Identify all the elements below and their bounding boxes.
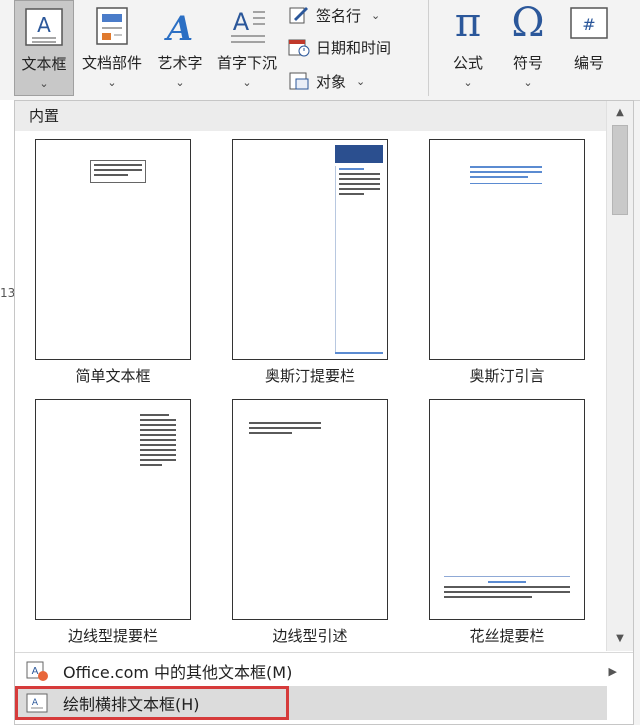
austin-sidebar-thumbnail [232, 139, 388, 360]
signature-line-icon [288, 5, 310, 25]
svg-text:#: # [582, 15, 595, 34]
template-sideline-sidebar[interactable]: 边线型提要栏 [33, 399, 193, 646]
chevron-down-icon: ⌄ [242, 76, 252, 89]
template-filigree-sidebar[interactable]: 花丝提要栏 [427, 399, 587, 646]
quick-parts-label: 文档部件 [81, 54, 142, 72]
svg-text:A: A [32, 698, 39, 708]
chevron-down-icon: ⌄ [175, 76, 185, 89]
menu-item-hover-bg [289, 686, 607, 720]
simple-text-box-thumbnail [35, 139, 191, 360]
sideline-sidebar-thumbnail [35, 399, 191, 620]
tile-label: 花丝提要栏 [469, 627, 545, 645]
number-icon: # [569, 6, 609, 46]
template-austin-sidebar[interactable]: 奥斯汀提要栏 [230, 139, 390, 386]
scroll-down-arrow-icon[interactable]: ▼ [607, 629, 633, 649]
template-austin-quote[interactable]: 奥斯汀引言 [427, 139, 587, 386]
text-box-icon: A [24, 7, 64, 51]
symbol-label: 符号 [512, 54, 543, 72]
chevron-down-icon: ⌄ [107, 76, 117, 89]
wordart-label: 艺术字 [157, 54, 203, 72]
more-text-boxes-menu-item[interactable]: A Office.com 中的其他文本框(M) ▶ [15, 654, 633, 688]
office-com-icon: A [25, 660, 49, 682]
svg-text:A: A [32, 666, 39, 677]
chevron-down-icon: ⌄ [463, 76, 473, 89]
date-time-icon [288, 37, 310, 57]
menu-separator [15, 652, 633, 653]
more-text-boxes-label: Office.com 中的其他文本框(M) [63, 663, 293, 682]
tile-label: 边线型引述 [272, 627, 348, 645]
draw-text-box-menu-item[interactable]: A 绘制横排文本框(H) [15, 686, 289, 720]
thumb-footer-line [335, 352, 383, 354]
date-time-button[interactable]: 日期和时间 [288, 34, 391, 60]
thumb-text-block [90, 160, 146, 183]
number-label: 编号 [573, 54, 604, 72]
scroll-up-arrow-icon[interactable]: ▲ [607, 103, 633, 123]
thumb-sidebar [335, 166, 383, 354]
date-time-label: 日期和时间 [316, 38, 392, 57]
template-simple-text-box[interactable]: 简单文本框 [33, 139, 193, 386]
equation-button[interactable]: π 公式 ⌄ [438, 0, 498, 96]
wordart-button[interactable]: A 艺术字 ⌄ [150, 0, 210, 96]
thumb-footer-box [444, 576, 570, 601]
draw-text-box-label: 绘制横排文本框(H) [63, 695, 200, 714]
object-label: 对象 [316, 72, 347, 91]
template-sideline-quote[interactable]: 边线型引述 [230, 399, 390, 646]
chevron-down-icon: ⌄ [523, 76, 533, 89]
filigree-sidebar-thumbnail [429, 399, 585, 620]
symbol-button[interactable]: Ω 符号 ⌄ [498, 0, 558, 96]
tile-label: 边线型提要栏 [67, 627, 158, 645]
object-button[interactable]: 对象 ⌄ [288, 68, 365, 94]
line-number: 13 [0, 286, 16, 300]
tile-label: 奥斯汀引言 [469, 367, 545, 385]
svg-text:A: A [164, 9, 193, 46]
svg-text:A: A [233, 8, 250, 36]
quick-parts-button[interactable]: 文档部件 ⌄ [74, 0, 150, 96]
equation-label: 公式 [452, 54, 483, 72]
text-box-label: 文本框 [21, 55, 67, 73]
austin-quote-thumbnail [429, 139, 585, 360]
section-header: 内置 [15, 101, 607, 131]
sideline-quote-thumbnail [232, 399, 388, 620]
number-button[interactable]: # 编号 [558, 0, 620, 96]
chevron-down-icon: ⌄ [356, 74, 366, 88]
submenu-arrow-icon: ▶ [608, 664, 617, 678]
chevron-down-icon: ⌄ [39, 77, 49, 90]
drop-cap-icon: A [227, 6, 267, 50]
template-gallery: 简单文本框 奥斯汀提要栏 奥斯汀引言 边线型提要栏 边线型引述 花丝提要栏 [15, 131, 607, 651]
thumb-header-bar [335, 145, 383, 163]
object-icon [288, 71, 310, 91]
symbol-icon: Ω [511, 0, 545, 46]
equation-icon: π [454, 0, 482, 46]
tile-label: 奥斯汀提要栏 [264, 367, 355, 385]
gallery-scrollbar[interactable]: ▲ ▼ [606, 101, 633, 651]
scroll-thumb[interactable] [612, 125, 628, 215]
thumb-sidebar [140, 414, 176, 469]
signature-line-label: 签名行 [316, 6, 362, 25]
text-box-button[interactable]: A 文本框 ⌄ [14, 0, 74, 96]
drop-cap-label: 首字下沉 [216, 54, 277, 72]
drop-cap-button[interactable]: A 首字下沉 ⌄ [210, 0, 284, 96]
draw-text-box-icon: A [25, 692, 49, 714]
ribbon: A 文本框 ⌄ 文档部件 ⌄ A 艺术字 ⌄ A 首字下沉 ⌄ 签名行 ⌄ 日期… [0, 0, 640, 101]
tile-label: 简单文本框 [75, 367, 151, 385]
svg-text:A: A [37, 13, 51, 37]
document-edge: 13 [0, 100, 15, 725]
quick-parts-icon [94, 6, 130, 50]
signature-line-button[interactable]: 签名行 ⌄ [288, 2, 380, 28]
thumb-quote [470, 166, 542, 184]
text-box-gallery-dropdown: 内置 简单文本框 奥斯汀提要栏 奥斯汀引言 边线型提要栏 边线型引述 花丝提要栏… [14, 100, 634, 725]
group-separator [428, 0, 429, 96]
wordart-icon: A [160, 6, 200, 50]
thumb-quote [249, 422, 321, 437]
chevron-down-icon: ⌄ [371, 8, 381, 22]
